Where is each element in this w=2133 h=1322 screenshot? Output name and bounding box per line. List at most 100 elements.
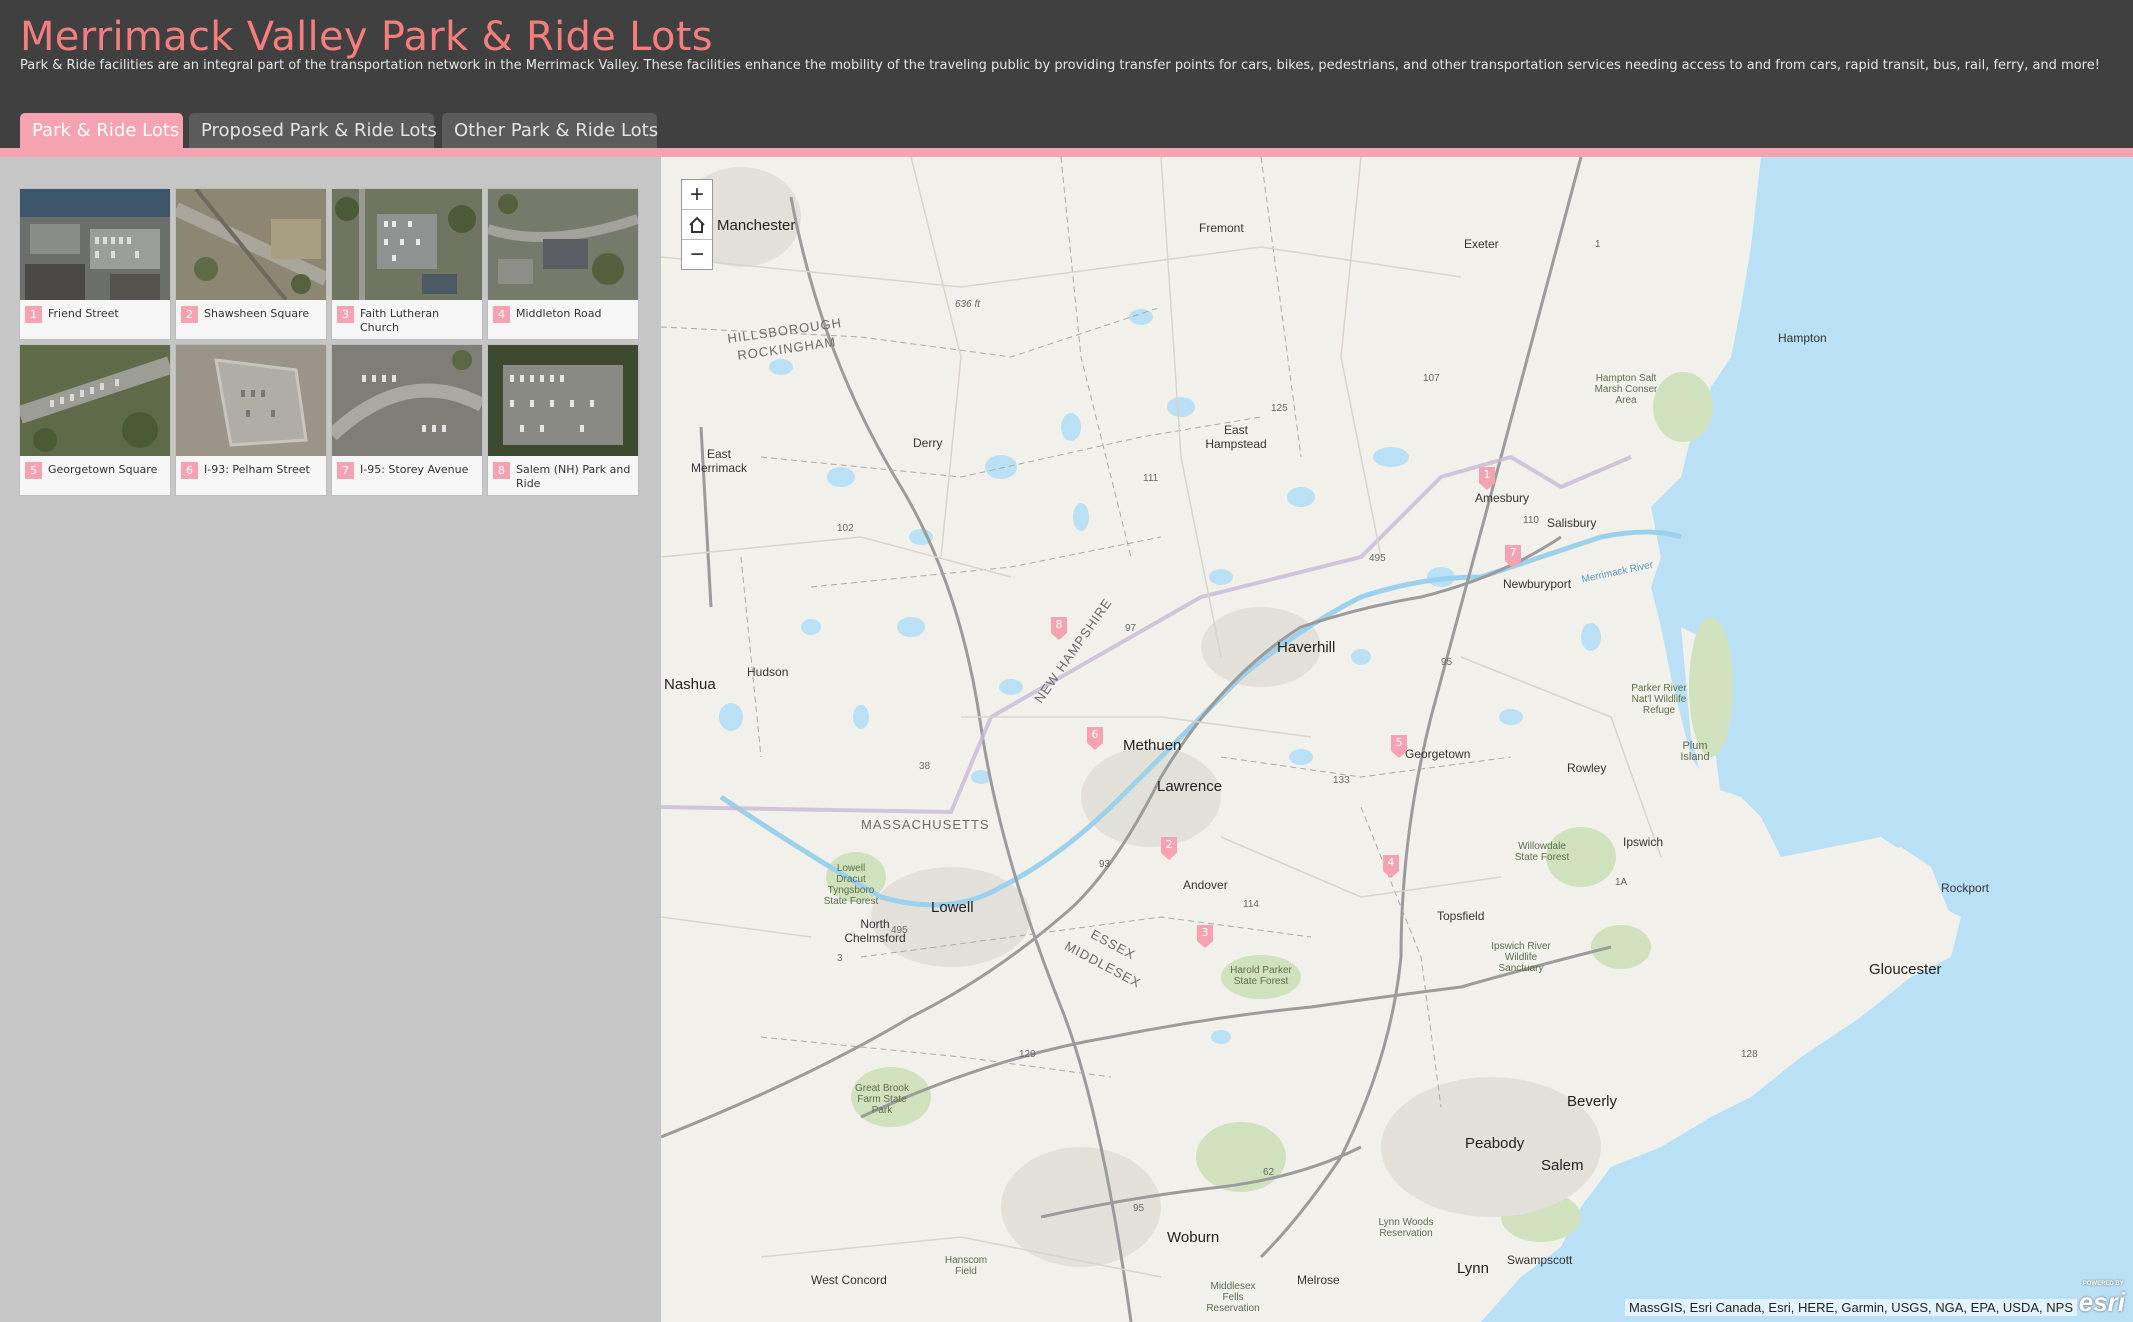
map-label-route-133: 133 (1333, 775, 1350, 786)
map-marker-6[interactable]: 6 (1085, 725, 1105, 751)
tab-other-park-ride-lots[interactable]: Other Park & Ride Lots (442, 113, 658, 148)
lot-name-4: Middleton Road (516, 307, 602, 320)
lot-card-6[interactable]: 6 I-93: Pelham Street (176, 345, 326, 495)
lot-number-1: 1 (25, 306, 42, 323)
map-label-great-brook: Great Brook Farm State Park (855, 1083, 909, 1116)
map-label-i93: 93 (1099, 859, 1111, 870)
lot-number-5: 5 (25, 462, 42, 479)
lot-card-7[interactable]: 7 I-95: Storey Avenue (332, 345, 482, 495)
tab-park-ride-lots[interactable]: Park & Ride Lots (20, 113, 183, 148)
map-label-west-concord: West Concord (811, 1273, 887, 1287)
map-marker-3[interactable]: 3 (1195, 923, 1215, 949)
map-label-route-128: 128 (1741, 1049, 1758, 1060)
lot-thumbnail-4 (488, 189, 638, 300)
lot-name-8: Salem (NH) Park and Ride (516, 463, 631, 490)
map-label-route-129: 129 (1019, 1049, 1036, 1060)
map-label-methuen: Methuen (1123, 737, 1182, 754)
page-title: Merrimack Valley Park & Ride Lots (20, 14, 713, 60)
map-label-lowell: Lowell (931, 899, 974, 916)
esri-logo[interactable]: POWERED BY esri (2079, 1281, 2125, 1318)
map-label-route-1: 1 (1595, 239, 1601, 250)
app-header: Merrimack Valley Park & Ride Lots Park &… (0, 0, 2133, 148)
map-label-peabody: Peabody (1465, 1135, 1525, 1152)
lot-sidebar: 1 Friend Street 2 Shawsheen Square 3 Fai… (0, 157, 661, 1322)
map-label-melrose: Melrose (1297, 1273, 1340, 1287)
map-label-woburn: Woburn (1167, 1229, 1220, 1246)
map-label-route-62: 62 (1263, 1167, 1275, 1178)
zoom-in-button[interactable]: + (682, 180, 712, 210)
map-label-hampton: Hampton (1778, 331, 1827, 345)
home-icon (689, 216, 705, 233)
map-label-salisbury: Salisbury (1547, 516, 1597, 530)
lot-name-5: Georgetown Square (48, 463, 158, 476)
map-label-topsfield: Topsfield (1437, 909, 1485, 923)
map-label-georgetown: Georgetown (1405, 747, 1471, 761)
zoom-out-button[interactable]: − (682, 240, 712, 269)
map-marker-5[interactable]: 5 (1389, 733, 1409, 759)
map-label-east-hampstead: East Hampstead (1205, 423, 1267, 451)
lot-card-4[interactable]: 4 Middleton Road (488, 189, 638, 339)
map-label-i495-west: 495 (891, 925, 908, 936)
accent-bar (0, 148, 2133, 157)
zoom-control: + − (681, 179, 713, 270)
lot-thumbnail-8 (488, 345, 638, 456)
map-label-lowell-dracut: Lowell Dracut Tyngsboro State Forest (823, 863, 879, 907)
map-label-harold-parker: Harold Parker State Forest (1230, 965, 1292, 987)
map-label-rowley: Rowley (1567, 761, 1607, 775)
lot-number-8: 8 (493, 462, 510, 479)
map-marker-4[interactable]: 4 (1381, 853, 1401, 879)
map-label-newburyport: Newburyport (1503, 577, 1572, 591)
lot-thumbnail-2 (176, 189, 326, 300)
map-label-lynn: Lynn (1457, 1260, 1489, 1277)
lot-name-2: Shawsheen Square (204, 307, 310, 320)
map-label-route-1a: 1A (1615, 877, 1628, 888)
lot-name-3: Faith Lutheran Church (360, 307, 440, 334)
lot-name-7: I-95: Storey Avenue (360, 463, 469, 476)
map-label-route-111: 111 (1143, 473, 1159, 484)
esri-logo-caption: POWERED BY (2082, 1281, 2124, 1287)
map-label-haverhill: Haverhill (1277, 639, 1336, 656)
map-marker-1[interactable]: 1 (1477, 465, 1497, 491)
map-marker-8[interactable]: 8 (1049, 615, 1069, 641)
map-label-hanscom: Hanscom Field (944, 1255, 988, 1277)
map-label-route-97: 97 (1125, 623, 1137, 634)
lot-card-1[interactable]: 1 Friend Street (20, 189, 170, 339)
map-label-swampscott: Swampscott (1507, 1253, 1573, 1267)
map-label-hampton-salt: Hampton Salt Marsh Conser Area (1594, 373, 1658, 406)
map-label-i495-north: 495 (1369, 553, 1386, 564)
map-label-massachusetts: MASSACHUSETTS (861, 817, 990, 832)
map-label-route-114: 114 (1243, 899, 1259, 910)
map-label-route-38: 38 (919, 761, 931, 772)
map-label-nashua: Nashua (664, 676, 716, 693)
map-marker-2[interactable]: 2 (1159, 835, 1179, 861)
map-label-ipswich-river: Ipswich River Wildlife Sanctuary (1491, 941, 1551, 974)
lot-number-2: 2 (181, 306, 198, 323)
map-label-derry: Derry (913, 436, 943, 450)
map-label-route-110: 110 (1523, 515, 1539, 526)
lot-thumbnail-5 (20, 345, 170, 456)
map-label-route-107: 107 (1423, 373, 1440, 384)
map-label-salem: Salem (1541, 1157, 1584, 1174)
map-label-rockport: Rockport (1941, 881, 1990, 895)
home-button[interactable] (682, 210, 712, 240)
lot-card-2[interactable]: 2 Shawsheen Square (176, 189, 326, 339)
map-label-fremont: Fremont (1199, 221, 1244, 235)
map-view[interactable]: + − Manchester Fremont Exeter Hampton De… (661, 157, 2133, 1322)
lot-card-8[interactable]: 8 Salem (NH) Park and Ride (488, 345, 638, 495)
lot-name-1: Friend Street (48, 307, 119, 320)
lot-number-3: 3 (337, 306, 354, 323)
map-label-i95-south: 95 (1133, 1203, 1145, 1214)
map-label-hudson: Hudson (747, 665, 789, 679)
map-label-ipswich: Ipswich (1623, 835, 1664, 849)
lot-thumbnail-1 (20, 189, 170, 300)
map-label-lawrence: Lawrence (1157, 778, 1223, 795)
map-label-exeter: Exeter (1464, 237, 1499, 251)
map-label-lynn-woods: Lynn Woods Reservation (1378, 1217, 1434, 1239)
lot-card-3[interactable]: 3 Faith Lutheran Church (332, 189, 482, 339)
tab-proposed-park-ride-lots[interactable]: Proposed Park & Ride Lots (189, 113, 437, 148)
map-label-willowdale: Willowdale State Forest (1514, 841, 1570, 863)
lot-card-5[interactable]: 5 Georgetown Square (20, 345, 170, 495)
map-marker-7[interactable]: 7 (1503, 543, 1523, 569)
map-label-plum-island: Plum Island (1680, 740, 1710, 763)
map-attribution[interactable]: MassGIS, Esri Canada, Esri, HERE, Garmin… (1624, 1299, 2077, 1316)
